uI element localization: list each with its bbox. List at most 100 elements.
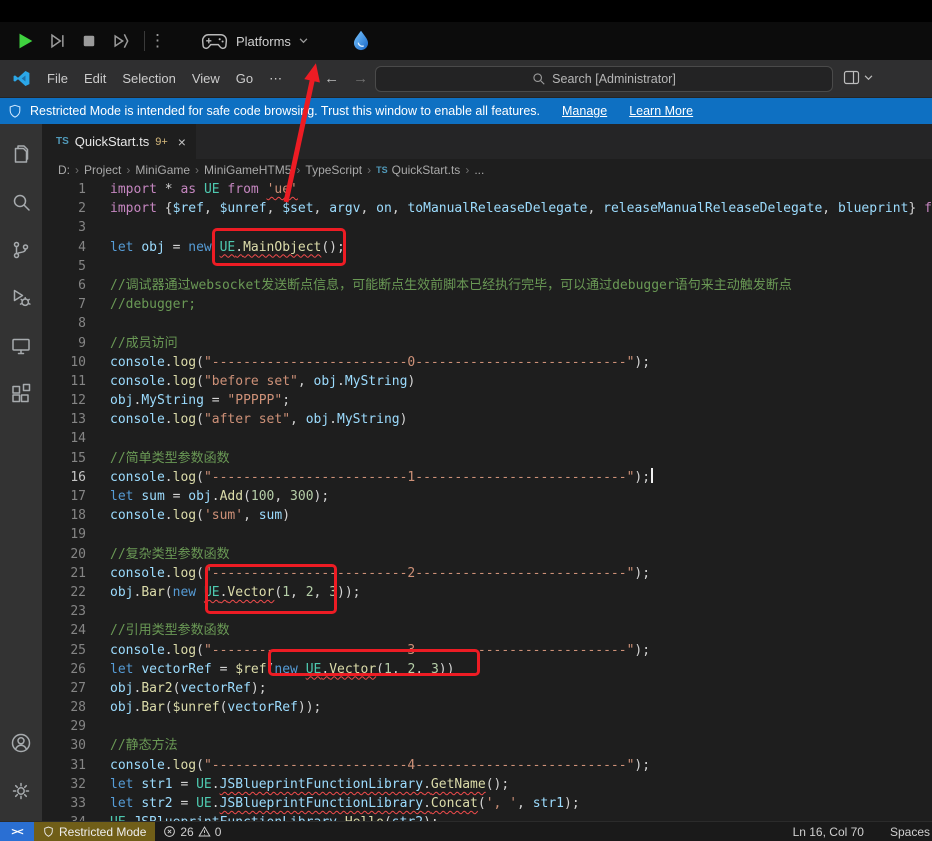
breadcrumb-item[interactable]: MiniGameHTM5 (204, 163, 291, 177)
code-line-25[interactable]: console.log("-------------------------3-… (110, 641, 932, 660)
puerts-logo-icon[interactable] (348, 28, 374, 54)
line-number[interactable]: 30 (42, 736, 86, 755)
breadcrumb-item[interactable]: D: (58, 163, 70, 177)
indentation-status[interactable]: Spaces (890, 825, 930, 839)
code-line-5[interactable] (110, 257, 932, 276)
code-line-30[interactable]: //静态方法 (110, 736, 932, 755)
cursor-position[interactable]: Ln 16, Col 70 (793, 825, 864, 839)
line-number[interactable]: 21 (42, 564, 86, 583)
stop-button[interactable] (76, 28, 102, 54)
activity-item-account[interactable] (0, 719, 42, 767)
line-number[interactable]: 13 (42, 410, 86, 429)
code-line-2[interactable]: import {$ref, $unref, $set, argv, on, to… (110, 199, 932, 218)
line-number[interactable]: 12 (42, 391, 86, 410)
line-number[interactable]: 16 (42, 468, 86, 487)
line-number[interactable]: 11 (42, 372, 86, 391)
code-line-3[interactable] (110, 218, 932, 237)
tab-quickstart[interactable]: TS QuickStart.ts 9+ × (42, 124, 197, 159)
line-number[interactable]: 5 (42, 257, 86, 276)
line-number[interactable]: 9 (42, 334, 86, 353)
line-number[interactable]: 20 (42, 545, 86, 564)
line-number[interactable]: 1 (42, 180, 86, 199)
play-button[interactable] (12, 28, 38, 54)
line-number[interactable]: 14 (42, 429, 86, 448)
line-number[interactable]: 34 (42, 813, 86, 821)
line-number[interactable]: 25 (42, 641, 86, 660)
line-number[interactable]: 29 (42, 717, 86, 736)
step-button[interactable] (44, 28, 70, 54)
line-number[interactable]: 19 (42, 525, 86, 544)
code-line-17[interactable]: let sum = obj.Add(100, 300); (110, 487, 932, 506)
line-number[interactable]: 22 (42, 583, 86, 602)
menu-selection[interactable]: Selection (114, 67, 183, 90)
menu-more[interactable]: ⋯ (261, 67, 290, 91)
code-line-10[interactable]: console.log("-------------------------0-… (110, 353, 932, 372)
forward-arrow-icon[interactable]: → (353, 70, 368, 87)
line-number[interactable]: 8 (42, 314, 86, 333)
code-line-12[interactable]: obj.MyString = "PPPPP"; (110, 391, 932, 410)
activity-item-settings[interactable] (0, 767, 42, 815)
layout-button[interactable] (843, 69, 873, 86)
line-number[interactable]: 24 (42, 621, 86, 640)
code-line-33[interactable]: let str2 = UE.JSBlueprintFunctionLibrary… (110, 794, 932, 813)
code-line-24[interactable]: //引用类型参数函数 (110, 621, 932, 640)
code-line-14[interactable] (110, 429, 932, 448)
code-line-11[interactable]: console.log("before set", obj.MyString) (110, 372, 932, 391)
problems-status[interactable]: 26 0 (155, 825, 229, 839)
code-line-26[interactable]: let vectorRef = $ref(new UE.Vector(1, 2,… (110, 660, 932, 679)
line-number[interactable]: 33 (42, 794, 86, 813)
menu-file[interactable]: File (39, 67, 76, 90)
activity-item-run-debug[interactable] (0, 274, 42, 322)
code-line-27[interactable]: obj.Bar2(vectorRef); (110, 679, 932, 698)
remote-indicator[interactable]: >< (0, 822, 34, 841)
menu-edit[interactable]: Edit (76, 67, 114, 90)
breadcrumb-item[interactable]: ... (474, 163, 484, 177)
line-number[interactable]: 18 (42, 506, 86, 525)
activity-item-explorer[interactable] (0, 130, 42, 178)
code-line-9[interactable]: //成员访问 (110, 334, 932, 353)
code-line-4[interactable]: let obj = new UE.MainObject(); (110, 238, 932, 257)
menu-go[interactable]: Go (228, 67, 261, 90)
line-number[interactable]: 3 (42, 218, 86, 237)
code-line-28[interactable]: obj.Bar($unref(vectorRef)); (110, 698, 932, 717)
code-line-7[interactable]: //debugger; (110, 295, 932, 314)
code-line-15[interactable]: //简单类型参数函数 (110, 449, 932, 468)
line-number[interactable]: 26 (42, 660, 86, 679)
line-number[interactable]: 28 (42, 698, 86, 717)
activity-item-remote-explorer[interactable] (0, 322, 42, 370)
code-line-16[interactable]: console.log("-------------------------1-… (110, 468, 932, 487)
code-line-22[interactable]: obj.Bar(new UE.Vector(1, 2, 3)); (110, 583, 932, 602)
toolbar-more-button[interactable]: ⋮ (149, 31, 165, 51)
line-number[interactable]: 4 (42, 238, 86, 257)
breadcrumb-item[interactable]: Project (84, 163, 121, 177)
code-line-29[interactable] (110, 717, 932, 736)
line-number[interactable]: 15 (42, 449, 86, 468)
line-number[interactable]: 32 (42, 775, 86, 794)
breadcrumb-item[interactable]: TypeScript (305, 163, 362, 177)
code-editor[interactable]: 1234567891011121314151617181920212223242… (42, 180, 932, 821)
code-line-6[interactable]: //调试器通过websocket发送断点信息，可能断点生效前脚本已经执行完毕，可… (110, 276, 932, 295)
line-number[interactable]: 31 (42, 756, 86, 775)
code-line-31[interactable]: console.log("-------------------------4-… (110, 756, 932, 775)
search-input[interactable]: Search [Administrator] (375, 66, 833, 92)
code-line-34[interactable]: UE.JSBlueprintFunctionLibrary.Hello(str2… (110, 813, 932, 821)
line-number[interactable]: 17 (42, 487, 86, 506)
menu-view[interactable]: View (184, 67, 228, 90)
code-line-23[interactable] (110, 602, 932, 621)
code-line-21[interactable]: console.log("-------------------------2-… (110, 564, 932, 583)
code-line-8[interactable] (110, 314, 932, 333)
line-number[interactable]: 7 (42, 295, 86, 314)
code-line-13[interactable]: console.log("after set", obj.MyString) (110, 410, 932, 429)
activity-item-source-control[interactable] (0, 226, 42, 274)
launch-button[interactable] (108, 28, 134, 54)
activity-item-extensions[interactable] (0, 370, 42, 418)
breadcrumb-item[interactable]: MiniGame (135, 163, 190, 177)
line-number[interactable]: 23 (42, 602, 86, 621)
code-line-19[interactable] (110, 525, 932, 544)
manage-link[interactable]: Manage (562, 104, 607, 118)
back-arrow-icon[interactable]: ← (324, 70, 339, 87)
learn-more-link[interactable]: Learn More (629, 104, 693, 118)
line-number[interactable]: 27 (42, 679, 86, 698)
restricted-mode-status[interactable]: Restricted Mode (34, 822, 155, 841)
platforms-dropdown[interactable]: Platforms (201, 33, 308, 50)
